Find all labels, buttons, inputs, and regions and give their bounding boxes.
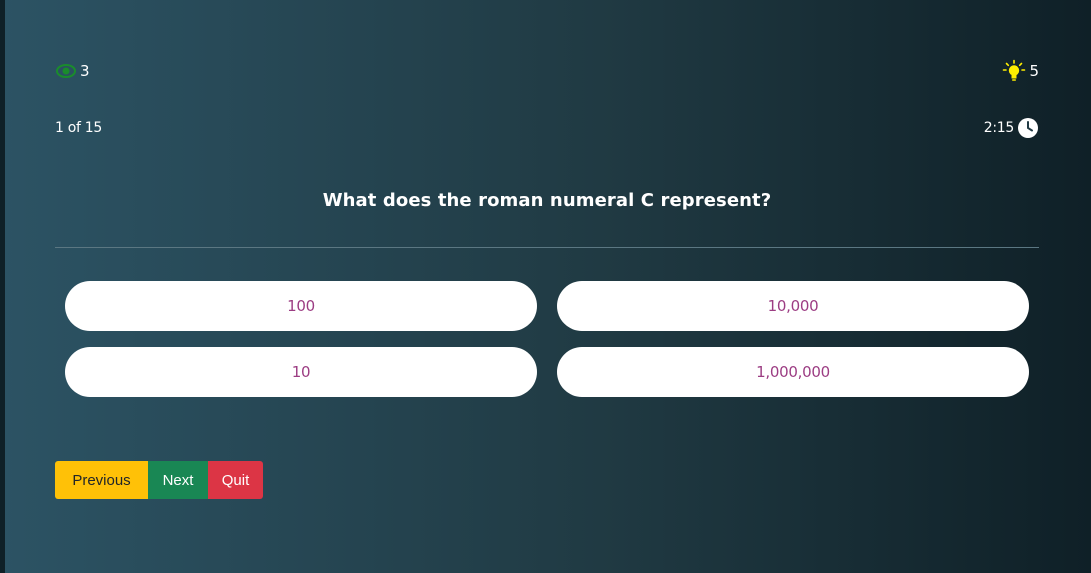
divider bbox=[55, 247, 1039, 248]
hints-stat[interactable]: 5 bbox=[1002, 59, 1039, 83]
lightbulb-icon bbox=[1002, 59, 1026, 83]
quit-button[interactable]: Quit bbox=[208, 461, 263, 499]
lifelines-count: 3 bbox=[80, 62, 90, 80]
option-a[interactable]: 100 bbox=[65, 281, 537, 331]
lifelines-stat[interactable]: 3 bbox=[55, 62, 90, 80]
next-button[interactable]: Next bbox=[148, 461, 208, 499]
answer-options: 100 10,000 10 1,000,000 bbox=[65, 281, 1029, 397]
option-c[interactable]: 10 bbox=[65, 347, 537, 397]
lifeline-icon bbox=[55, 63, 77, 79]
previous-button[interactable]: Previous bbox=[55, 461, 148, 499]
left-edge-strip bbox=[0, 0, 5, 573]
stats-row: 3 5 bbox=[55, 58, 1039, 84]
option-d[interactable]: 1,000,000 bbox=[557, 347, 1029, 397]
timer: 2:15 bbox=[984, 117, 1039, 139]
hints-count: 5 bbox=[1029, 62, 1039, 80]
button-group: Previous Next Quit bbox=[55, 461, 263, 499]
question-progress: 1 of 15 bbox=[55, 120, 103, 136]
clock-icon bbox=[1017, 117, 1039, 139]
question-text: What does the roman numeral C represent? bbox=[322, 190, 772, 211]
quiz-container: 3 5 1 of 15 2:15 What does the roman num… bbox=[55, 0, 1039, 573]
option-b[interactable]: 10,000 bbox=[557, 281, 1029, 331]
info-row: 1 of 15 2:15 bbox=[55, 115, 1039, 141]
timer-value: 2:15 bbox=[983, 120, 1015, 136]
